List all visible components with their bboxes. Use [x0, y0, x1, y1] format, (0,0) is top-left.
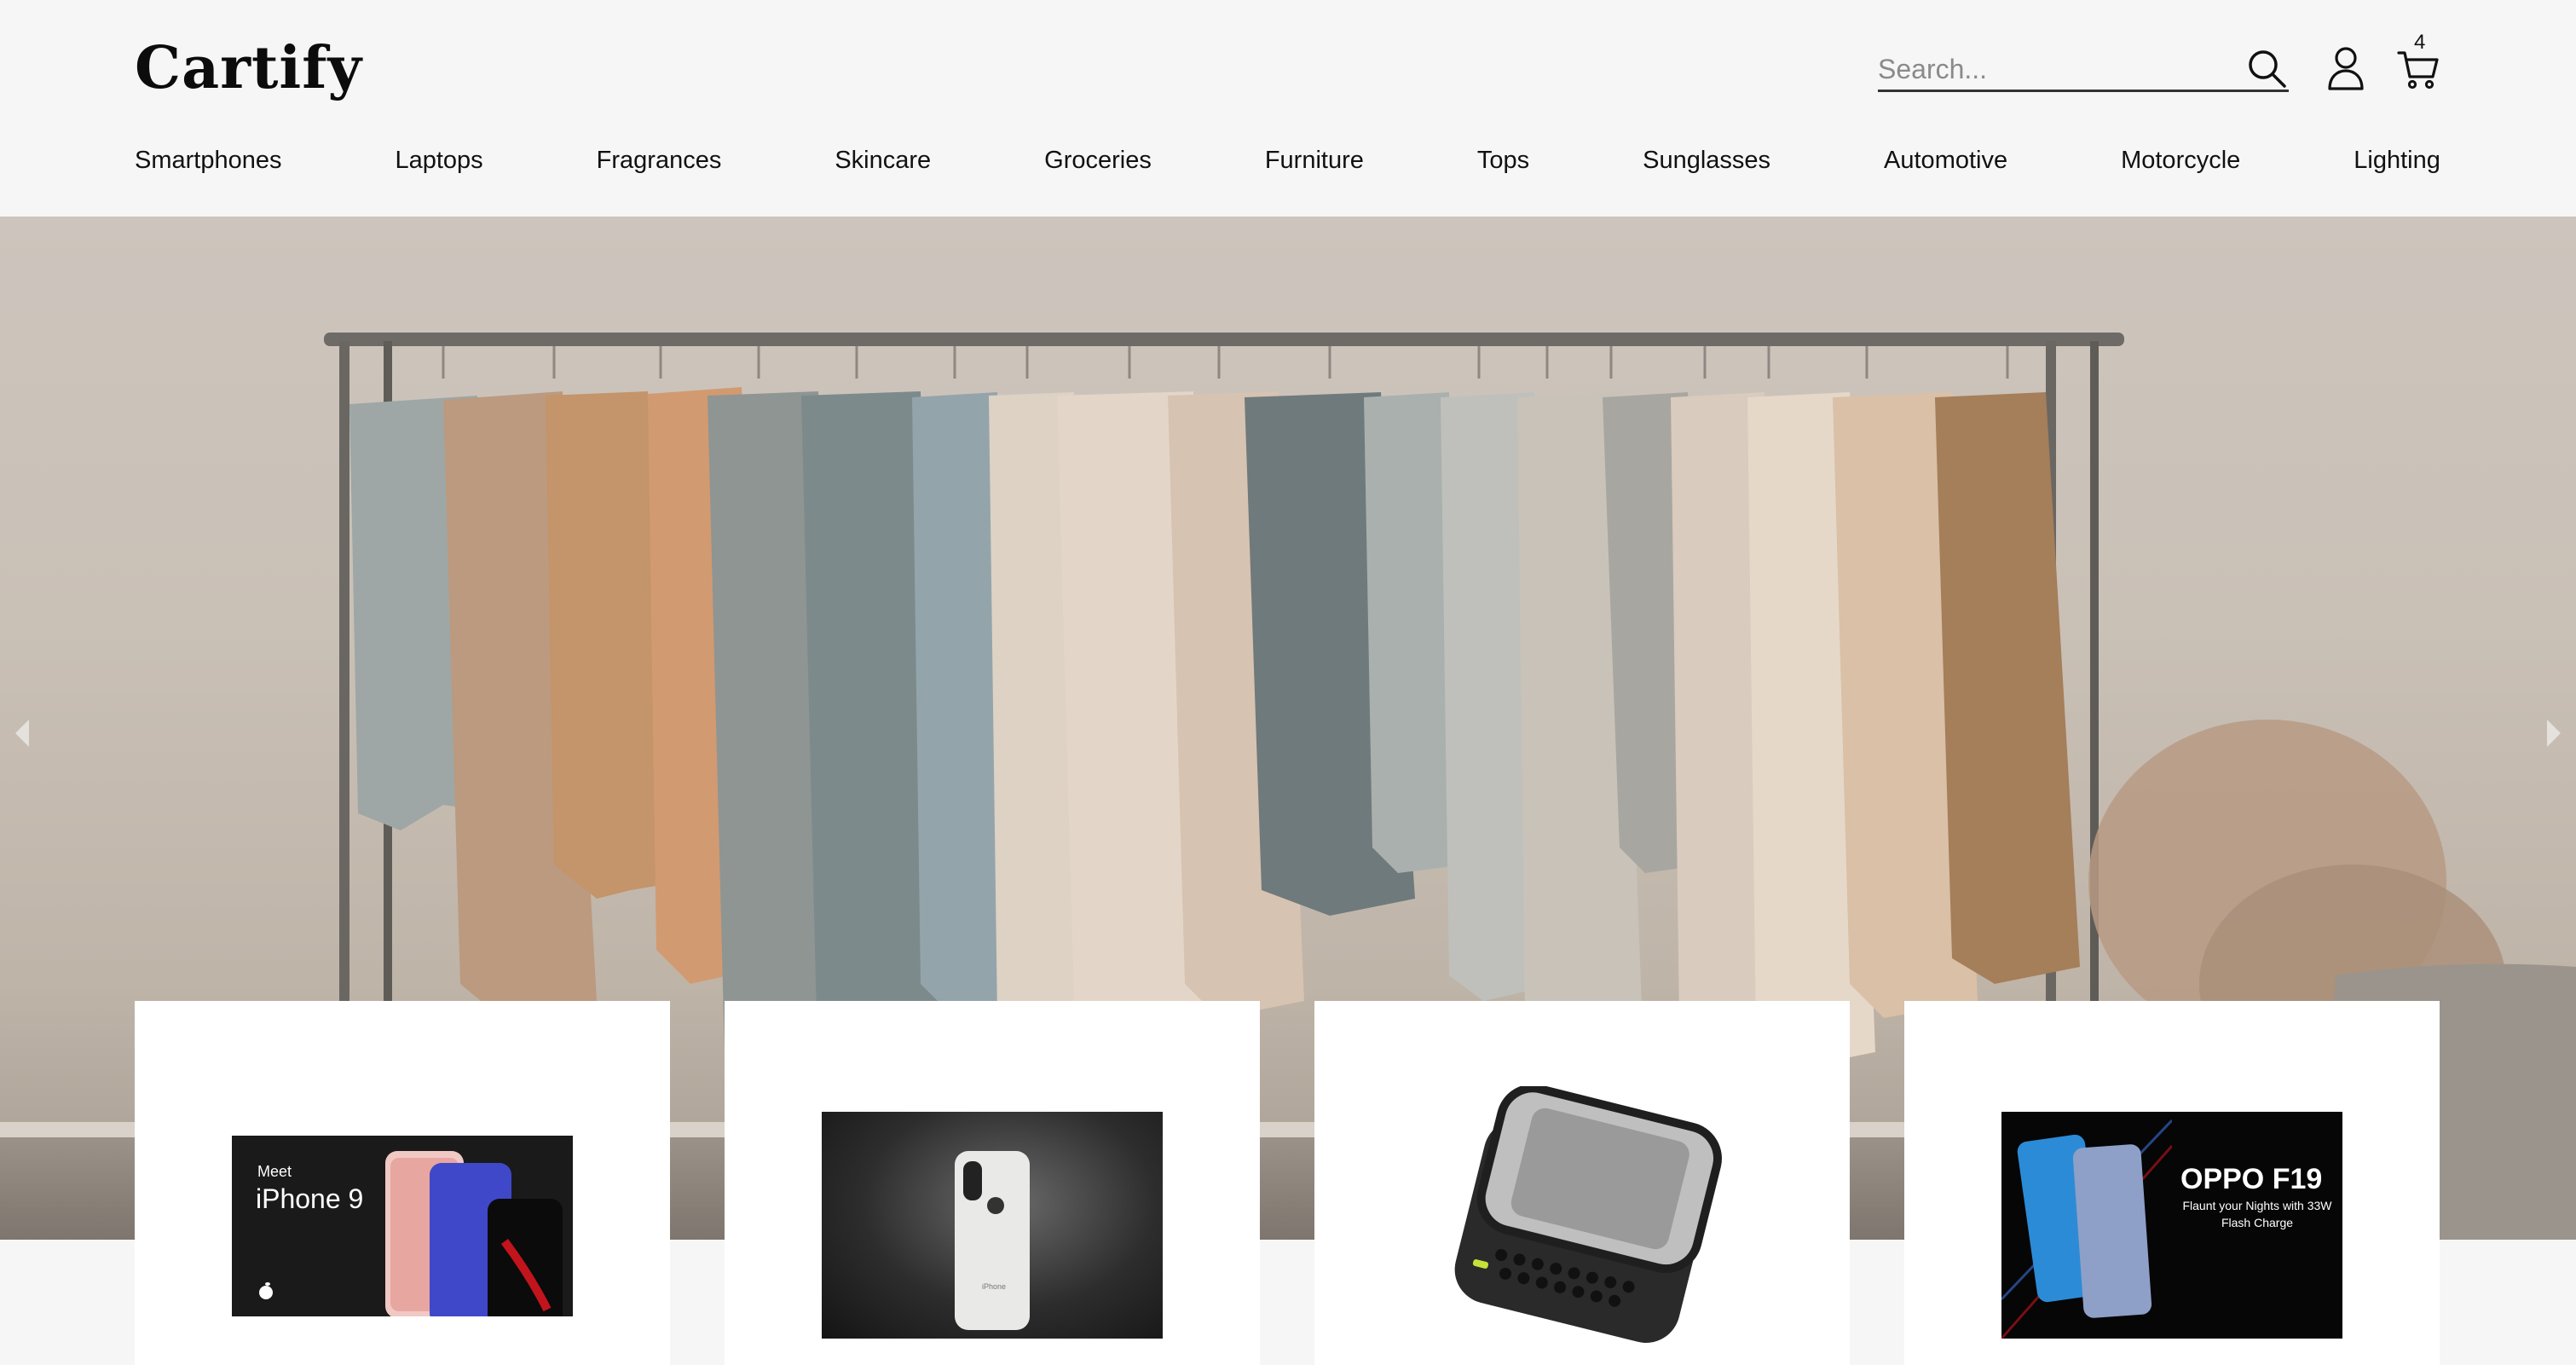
product-image-slider-phone	[1454, 1086, 1722, 1343]
nav-item-groceries[interactable]: Groceries	[1044, 147, 1152, 175]
nav-item-furniture[interactable]: Furniture	[1265, 147, 1364, 175]
nav-item-motorcycle[interactable]: Motorcycle	[2121, 147, 2240, 175]
phones-illustration	[385, 1151, 563, 1316]
nav-item-lighting[interactable]: Lighting	[2354, 147, 2440, 175]
product-image-caption-small: iPhone	[982, 1282, 1007, 1291]
site-logo[interactable]: Cartify	[135, 34, 362, 102]
product-card[interactable]	[1314, 1001, 1850, 1365]
product-image-caption-large: iPhone 9	[256, 1183, 364, 1214]
nav-item-sunglasses[interactable]: Sunglasses	[1643, 147, 1770, 175]
phone-back-illustration	[955, 1151, 1030, 1330]
chevron-right-icon[interactable]	[2540, 714, 2566, 752]
product-image-oppo-f19: OPPO F19 Flaunt your Nights with 33W Fla…	[2001, 1112, 2342, 1339]
nav-item-smartphones[interactable]: Smartphones	[135, 147, 282, 175]
product-image-iphone-9: Meet iPhone 9	[232, 1136, 573, 1316]
chevron-left-icon[interactable]	[10, 714, 36, 752]
user-icon[interactable]	[2327, 46, 2365, 90]
product-image-caption-small: Meet	[257, 1163, 292, 1180]
product-card[interactable]: iPhone	[725, 1001, 1260, 1365]
oppo-phones-illustration	[2001, 1119, 2172, 1339]
nav-item-skincare[interactable]: Skincare	[835, 147, 931, 175]
product-card[interactable]: OPPO F19 Flaunt your Nights with 33W Fla…	[1904, 1001, 2440, 1365]
search-input[interactable]	[1878, 49, 2236, 89]
nav-item-automotive[interactable]: Automotive	[1884, 147, 2007, 175]
nav-item-laptops[interactable]: Laptops	[395, 147, 482, 175]
apple-logo-icon	[259, 1282, 273, 1299]
category-nav: Smartphones Laptops Fragrances Skincare …	[135, 143, 2440, 177]
product-image-iphone-x: iPhone	[822, 1112, 1163, 1339]
cart-icon[interactable]	[2397, 48, 2440, 90]
site-header: Cartify 4 Smartphones Laptops Fragrances…	[0, 0, 2576, 217]
product-card[interactable]: Meet iPhone 9	[135, 1001, 670, 1365]
product-image-caption-small: Flaunt your Nights with 33W Flash Charge	[2182, 1199, 2332, 1229]
nav-item-tops[interactable]: Tops	[1477, 147, 1529, 175]
search-icon[interactable]	[2246, 48, 2287, 89]
nav-item-fragrances[interactable]: Fragrances	[597, 147, 722, 175]
search-bar	[1878, 44, 2289, 92]
product-image-caption-large: OPPO F19	[2180, 1163, 2323, 1195]
